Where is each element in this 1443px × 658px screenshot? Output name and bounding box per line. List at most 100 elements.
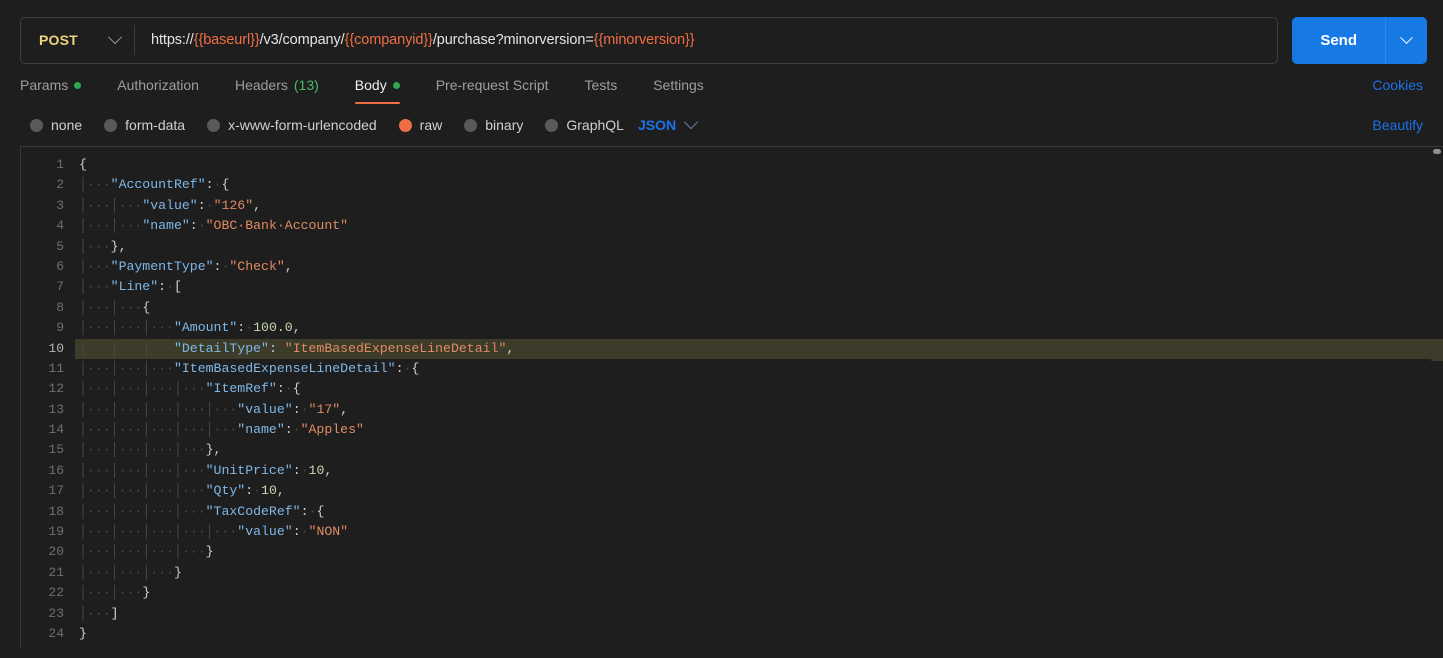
indent-guide: │··· (79, 197, 111, 213)
code-line[interactable]: │···}, (75, 237, 1443, 257)
code-line[interactable]: │···│···│···"Amount":·100.0, (75, 318, 1443, 338)
raw-body-editor[interactable]: 1 2 3 4 5 6 7 8 9 10 11 12 13 14 15 16 17 18 19 20 21 22 23 24 … (20, 146, 1443, 649)
code-line[interactable]: │···│···{ (75, 298, 1443, 318)
code-token: "name" (142, 218, 190, 234)
code-line[interactable]: │···│···│···│···"ItemRef":·{ (75, 379, 1443, 399)
code-line[interactable]: │···│···│···│···"TaxCodeRef":·{ (75, 502, 1443, 522)
code-line[interactable]: │···"AccountRef":·{ (75, 175, 1443, 195)
code-token: "ItemRef" (205, 381, 277, 397)
code-token: , (292, 320, 301, 336)
code-token: : (292, 524, 301, 540)
tab-tests[interactable]: Tests (567, 77, 636, 104)
chevron-down-icon (107, 30, 123, 45)
editor-line-number-gutter: 1 2 3 4 5 6 7 8 9 10 11 12 13 14 15 16 17 18 19 20 21 22 23 24 (20, 147, 75, 649)
tab-label: Pre-request Script (435, 77, 549, 93)
indent-guide: │··· (110, 197, 143, 213)
code-token: 100.0 (253, 320, 293, 336)
tab-modified-dot-icon (74, 81, 82, 89)
tab-authorization[interactable]: Authorization (99, 77, 217, 104)
code-line[interactable]: │···│···│···│···│···"value":·"17", (75, 400, 1443, 420)
body-format-dropdown[interactable]: JSON (638, 115, 699, 133)
indent-guide: │··· (110, 381, 143, 397)
body-type-graphql[interactable]: GraphQL (545, 117, 624, 133)
scrollbar-thumb[interactable] (1433, 149, 1441, 154)
line-number: 11 (48, 360, 64, 376)
code-token: } (173, 564, 182, 580)
code-token: "ItemBasedExpenseLineDetail" (173, 360, 396, 376)
body-type-x-www-form-urlencoded[interactable]: x-www-form-urlencoded (207, 117, 377, 133)
body-type-none[interactable]: none (30, 117, 82, 133)
beautify-link[interactable]: Beautify (1372, 117, 1423, 133)
code-line[interactable]: │···] (75, 604, 1443, 624)
indent-guide: │··· (173, 503, 206, 519)
code-token: "NON" (308, 524, 349, 540)
body-type-label: binary (485, 117, 524, 133)
code-line[interactable]: │···│···│···"DetailType": "ItemBasedExpe… (75, 338, 1443, 360)
code-line[interactable]: │···│···│···│···│···"name":·"Apples" (75, 420, 1443, 440)
indent-guide: │··· (79, 585, 111, 601)
code-line[interactable]: │···│···"name":·"OBC·Bank·Account" (75, 216, 1443, 236)
code-token: : (189, 218, 198, 234)
code-line[interactable]: │···│···"value":·"126", (75, 196, 1443, 216)
tab-label: Settings (653, 77, 704, 93)
indent-guide: │··· (110, 585, 143, 601)
indent-guide: │··· (173, 422, 206, 438)
line-number: 14 (48, 422, 64, 438)
code-line[interactable]: │···│···│···│···"Qty":·10, (75, 481, 1443, 501)
code-line[interactable]: │···│···│···│···│···"value":·"NON" (75, 522, 1443, 542)
code-token: · (166, 279, 174, 295)
request-tabs: Params Authorization Headers (13) Body Pre-re… (20, 77, 722, 104)
chevron-down-icon (1400, 30, 1413, 44)
indent-guide: │··· (142, 340, 174, 356)
tab-params[interactable]: Params (20, 77, 99, 104)
tab-headers[interactable]: Headers (13) (217, 77, 337, 104)
code-line[interactable]: │···"PaymentType":·"Check", (75, 257, 1443, 277)
line-number: 23 (48, 605, 64, 621)
code-token: "126" (213, 197, 254, 213)
code-line[interactable]: │···│···} (75, 583, 1443, 603)
code-line[interactable]: │···│···│···│···}, (75, 440, 1443, 460)
tab-label: Body (354, 77, 387, 93)
body-type-raw[interactable]: raw (398, 117, 442, 133)
indent-guide: │··· (142, 524, 174, 540)
editor-left-border (20, 147, 21, 649)
code-token: } (110, 238, 119, 254)
send-button[interactable]: Send (1292, 16, 1385, 64)
code-line[interactable]: } (75, 624, 1443, 644)
indent-guide: │··· (110, 320, 143, 336)
line-number: 19 (48, 524, 64, 540)
radio-button-icon (207, 118, 221, 132)
indent-guide: │··· (79, 605, 111, 621)
line-number: 1 (56, 157, 64, 172)
http-method-dropdown[interactable]: POST (21, 18, 134, 63)
indent-guide: │··· (142, 564, 174, 580)
code-token: : (205, 177, 214, 193)
url-box: POST https://{{baseurl}}/v3/company/{{co… (20, 16, 1279, 64)
body-type-binary[interactable]: binary (464, 117, 523, 133)
code-token: : (292, 462, 301, 478)
indent-guide: │··· (79, 340, 111, 356)
url-input[interactable]: https://{{baseurl}}/v3/company/{{company… (135, 32, 1277, 48)
editor-code-area[interactable]: {│···"AccountRef":·{│···│···"value":·"12… (75, 147, 1443, 649)
tab-pre-request-script[interactable]: Pre-request Script (418, 77, 567, 104)
tab-body[interactable]: Body (337, 77, 418, 104)
code-token: : (292, 401, 301, 417)
body-type-form-data[interactable]: form-data (104, 117, 185, 133)
line-number: 22 (48, 585, 64, 601)
cookies-link[interactable]: Cookies (1372, 77, 1423, 104)
code-line[interactable]: │···│···│···} (75, 563, 1443, 583)
code-token: "Qty" (205, 483, 246, 499)
send-options-button[interactable] (1385, 16, 1427, 64)
url-text: /v3/company/ (259, 32, 345, 48)
code-line[interactable]: │···│···│···│···} (75, 542, 1443, 562)
tab-settings[interactable]: Settings (635, 77, 722, 104)
code-token: · (245, 320, 254, 336)
indent-guide: │··· (79, 381, 111, 397)
code-line[interactable]: │···│···│···"ItemBasedExpenseLineDetail"… (75, 359, 1443, 379)
indent-guide: │··· (110, 483, 143, 499)
indent-guide: │··· (110, 422, 143, 438)
editor-vertical-scrollbar[interactable] (1431, 147, 1443, 649)
code-line[interactable]: │···│···│···│···"UnitPrice":·10, (75, 461, 1443, 481)
code-line[interactable]: │···"Line":·[ (75, 277, 1443, 297)
code-line[interactable]: { (75, 155, 1443, 175)
